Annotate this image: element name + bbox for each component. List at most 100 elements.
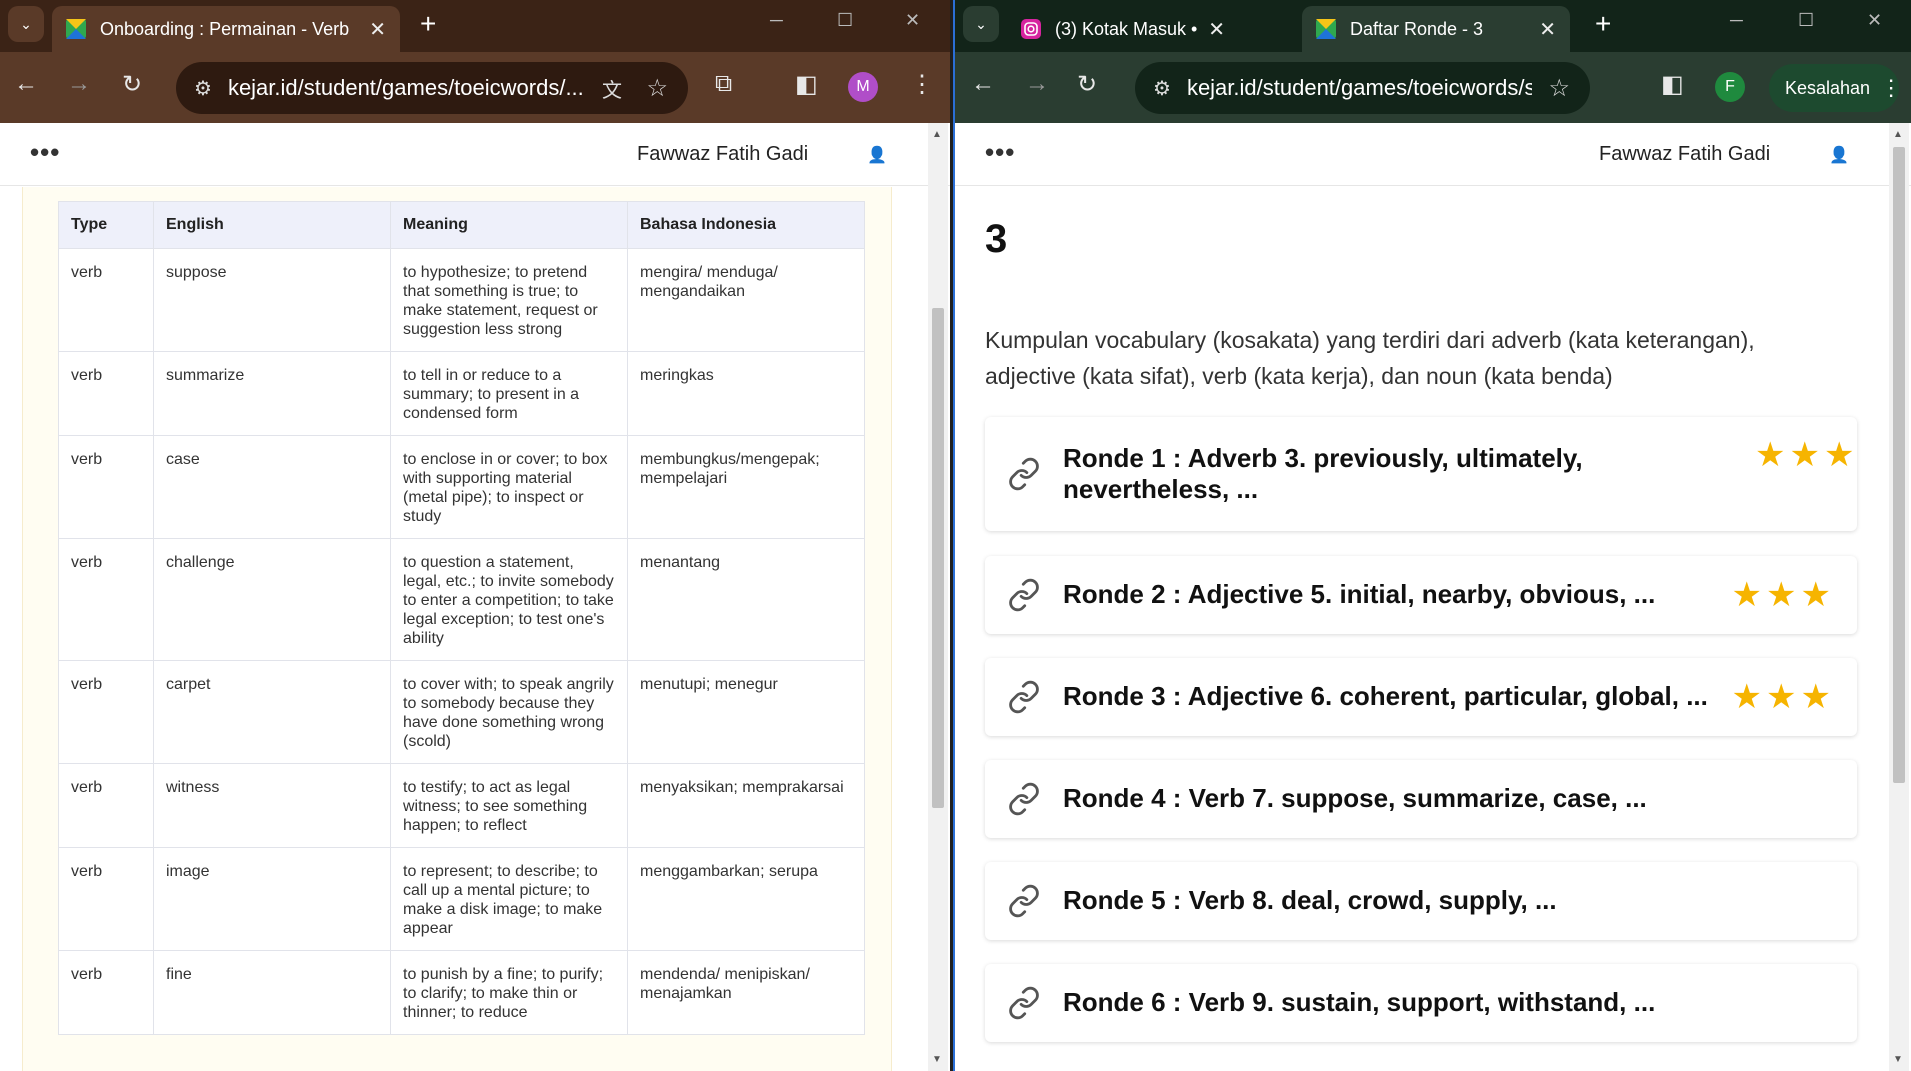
scrollbar-thumb[interactable] [932,308,944,808]
tab-daftar-ronde[interactable]: Daftar Ronde - 3 ✕ [1302,6,1570,52]
scrollbar[interactable]: ▲ ▼ [928,123,948,1071]
user-name: Fawwaz Fatih Gadi [1599,143,1771,165]
close-tab-icon[interactable]: ✕ [369,17,386,42]
site-info-icon[interactable]: ⚙ [1153,76,1171,101]
round-title: Ronde 1 : Adverb 3. previously, ultimate… [1063,443,1583,504]
table-row: verb image to represent; to describe; to c… [58,847,865,951]
side-panel-icon[interactable]: ◧ [1661,70,1684,99]
tab-search-button[interactable]: ⌄ [963,6,999,42]
menu-icon[interactable]: ⋮ [910,70,934,99]
round-card-3[interactable]: Ronde 3 : Adjective 6. coherent, particu… [985,658,1857,736]
round-card-4[interactable]: Ronde 4 : Verb 7. suppose, summarize, ca… [985,760,1857,838]
forward-button[interactable]: → [1025,70,1049,98]
scrollbar[interactable]: ▲ ▼ [1889,123,1909,1071]
link-icon [1009,680,1039,714]
column-header: Bahasa Indonesia [627,201,865,249]
side-panel-icon[interactable]: ◧ [795,70,818,99]
back-button[interactable]: ← [14,70,38,98]
table-cell: to testify; to act as legal witness; to … [390,763,628,848]
link-icon [1009,884,1039,918]
new-tab-button[interactable]: + [420,8,436,40]
table-cell: menantang [627,538,865,661]
round-title: Ronde 5 : Verb 8. deal, crowd, supply, .… [1063,885,1557,915]
site-info-icon[interactable]: ⚙ [194,76,212,101]
round-list-page: 3 Kumpulan vocabulary (kosakata) yang te… [955,187,1891,1071]
address-bar[interactable]: ⚙ kejar.id/student/games/toeicwords/... … [176,62,688,114]
close-window-button[interactable]: ✕ [905,10,920,31]
table-cell: suppose [153,248,391,352]
round-stars: ★ ★ ★ [1732,679,1835,715]
bookmark-star-icon[interactable]: ☆ [1548,74,1570,103]
user-icon[interactable]: 👤 [860,138,894,172]
address-bar[interactable]: ⚙ kejar.id/student/games/toeicwords/stag… [1135,62,1590,114]
more-menu-icon[interactable]: ••• [985,137,1015,168]
chevron-down-icon: ⌄ [20,15,32,32]
profile-avatar[interactable]: F [1715,72,1745,102]
scroll-down-icon[interactable]: ▼ [932,1054,942,1065]
round-card-5[interactable]: Ronde 5 : Verb 8. deal, crowd, supply, .… [985,862,1857,940]
round-title: Ronde 6 : Verb 9. sustain, support, with… [1063,987,1656,1017]
column-header: Type [58,201,154,249]
bookmark-star-icon[interactable]: ☆ [646,74,668,103]
link-icon [1009,457,1039,491]
profile-initial: M [856,78,870,95]
link-icon [1009,578,1039,612]
browser-toolbar: ← → ↻ ⚙ kejar.id/student/games/toeicword… [0,52,950,123]
forward-button[interactable]: → [67,70,91,98]
round-card-6[interactable]: Ronde 6 : Verb 9. sustain, support, with… [985,964,1857,1042]
tab-search-button[interactable]: ⌄ [8,6,44,42]
back-button[interactable]: ← [971,70,995,98]
profile-avatar[interactable]: M [848,72,878,102]
scroll-up-icon[interactable]: ▲ [1893,129,1903,140]
new-tab-button[interactable]: + [1595,8,1611,40]
kejar-icon [66,19,86,39]
star-icon: ★ [1800,678,1831,716]
page-description: Kumpulan vocabulary (kosakata) yang terd… [985,327,1755,389]
user-icon[interactable]: 👤 [1822,138,1856,172]
table-header-row: Type English Meaning Bahasa Indonesia [58,201,865,249]
table-cell: verb [58,538,154,661]
round-card-1[interactable]: Ronde 1 : Adverb 3. previously, ultimate… [985,417,1857,531]
reload-button[interactable]: ↻ [122,70,142,99]
table-cell: challenge [153,538,391,661]
tab-instagram[interactable]: (3) Kotak Masuk • Obrolan ✕ [1007,6,1239,52]
tab-strip: ⌄ Onboarding : Permainan - Verb ✕ + ─ ☐ … [0,0,950,52]
user-name: Fawwaz Fatih Gadi [637,143,809,165]
link-icon [1009,782,1039,816]
star-icon: ★ [1800,576,1831,614]
tab-title: Onboarding : Permainan - Verb [100,18,350,39]
kejar-icon [1316,19,1336,39]
minimize-button[interactable]: ─ [770,10,783,31]
error-button[interactable]: Kesalahan ⋮ [1769,64,1902,112]
close-tab-icon[interactable]: ✕ [1539,17,1556,42]
scrollbar-thumb[interactable] [1893,147,1905,783]
table-cell: to cover with; to speak angrily to someb… [390,660,628,764]
reload-button[interactable]: ↻ [1077,70,1097,99]
more-menu-icon[interactable]: ••• [30,137,60,168]
table-cell: verb [58,435,154,539]
scroll-up-icon[interactable]: ▲ [932,129,942,140]
close-tab-icon[interactable]: ✕ [1208,17,1225,42]
close-window-button[interactable]: ✕ [1867,10,1882,31]
round-card-2[interactable]: Ronde 2 : Adjective 5. initial, nearby, … [985,556,1857,634]
table-row: verb challenge to question a statement, le… [58,538,865,661]
scroll-down-icon[interactable]: ▼ [1893,1054,1903,1065]
translate-icon[interactable]: 文 [602,74,622,103]
maximize-button[interactable]: ☐ [837,10,853,31]
extensions-icon[interactable]: ⧉ [715,70,732,98]
star-icon: ★ [1766,678,1797,716]
maximize-button[interactable]: ☐ [1798,10,1814,31]
table-cell: verb [58,351,154,436]
star-icon: ★ [1731,576,1763,614]
round-title: Ronde 2 : Adjective 5. initial, nearby, … [1063,579,1656,609]
round-title: Ronde 3 : Adjective 6. coherent, particu… [1063,681,1708,711]
tab-onboarding[interactable]: Onboarding : Permainan - Verb ✕ [52,6,400,52]
minimize-button[interactable]: ─ [1730,10,1743,31]
star-icon: ★ [1766,576,1797,614]
chevron-down-icon: ⌄ [975,15,987,32]
table-cell: fine [153,950,391,1035]
star-icon: ★ [1823,436,1855,474]
table-cell: mengira/ menduga/ mengandaikan [627,248,865,352]
table-cell: image [153,847,391,951]
star-icon: ★ [1789,436,1820,474]
